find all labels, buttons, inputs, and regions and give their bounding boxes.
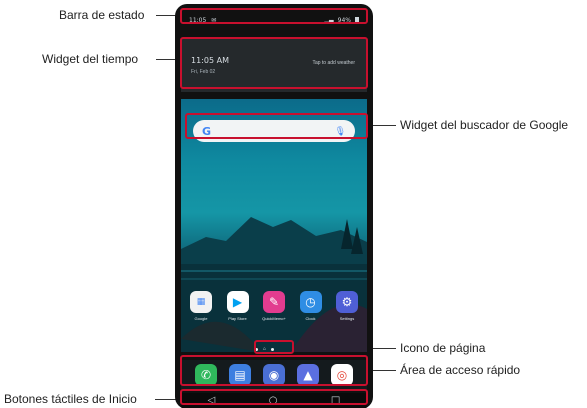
- settings-icon: ⚙: [336, 291, 358, 313]
- google-folder-icon: ▦: [190, 291, 212, 313]
- app-label: Play Store: [228, 316, 247, 321]
- page-icon-callout: Icono de página: [400, 341, 486, 355]
- app-label: Clock: [305, 316, 316, 321]
- app-google[interactable]: ▦ Google: [187, 291, 215, 321]
- app-settings[interactable]: ⚙ Settings: [333, 291, 361, 321]
- weather-widget-callout: Widget del tiempo: [42, 52, 139, 66]
- quickmemo-icon: ✎: [263, 291, 285, 313]
- status-bar-callout: Barra de estado: [59, 8, 145, 22]
- app-quickmemo[interactable]: ✎ QuickMemo+: [260, 291, 288, 321]
- clock-icon: ◷: [299, 291, 322, 313]
- app-label: QuickMemo+: [262, 316, 286, 321]
- app-play-store[interactable]: ▶ Play Store: [224, 291, 252, 321]
- quick-access-frame: [180, 355, 368, 386]
- app-label: Settings: [339, 316, 355, 321]
- app-row: ▦ Google ▶ Play Store ✎ QuickMemo+ ◷ Clo…: [187, 291, 361, 321]
- quick-access-leader: [368, 368, 396, 373]
- google-search-callout: Widget del buscador de Google: [400, 118, 569, 132]
- app-clock[interactable]: ◷ Clock: [297, 291, 325, 321]
- page-icon-frame: [254, 340, 294, 354]
- google-search-frame: [185, 113, 368, 139]
- status-bar-frame: [180, 8, 368, 24]
- google-search-leader: [368, 123, 396, 128]
- quick-access-callout: Área de acceso rápido: [400, 363, 521, 377]
- home-buttons-frame: [180, 389, 368, 405]
- app-label: Google: [194, 316, 208, 321]
- play-store-icon: ▶: [226, 291, 249, 313]
- home-buttons-callout: Botones táctiles de Inicio: [4, 392, 137, 406]
- weather-widget-frame: [180, 37, 368, 89]
